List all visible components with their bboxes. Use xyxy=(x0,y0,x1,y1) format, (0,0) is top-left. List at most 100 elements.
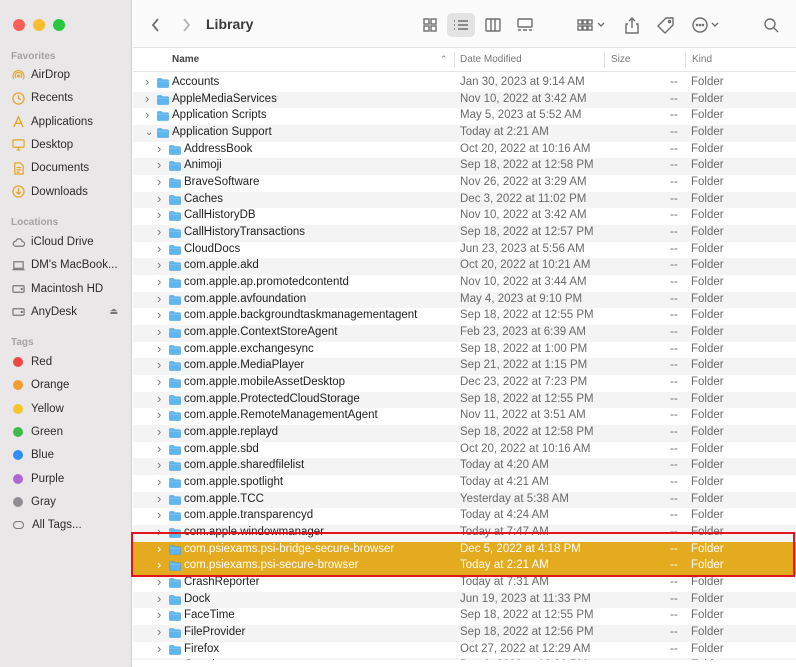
disclosure-collapsed-icon[interactable]: › xyxy=(157,641,165,656)
disclosure-collapsed-icon[interactable]: › xyxy=(157,491,165,506)
sidebar-tag-4[interactable]: Blue xyxy=(11,445,126,465)
table-row[interactable]: › com.apple.avfoundation May 4, 2023 at 9:… xyxy=(133,291,796,309)
disclosure-collapsed-icon[interactable]: › xyxy=(145,74,153,89)
disclosure-collapsed-icon[interactable]: › xyxy=(157,607,165,622)
minimize-window-button[interactable] xyxy=(33,19,45,31)
disclosure-collapsed-icon[interactable]: › xyxy=(157,307,165,322)
kind-column-header[interactable]: Kind xyxy=(692,54,712,65)
disclosure-collapsed-icon[interactable]: › xyxy=(157,324,165,339)
table-row[interactable]: › com.apple.replayd Sep 18, 2022 at 12:58 … xyxy=(133,424,796,442)
disclosure-collapsed-icon[interactable]: › xyxy=(157,391,165,406)
sidebar-item-recents[interactable]: Recents xyxy=(11,88,126,108)
size-column-header[interactable]: Size xyxy=(611,54,630,65)
disclosure-collapsed-icon[interactable]: › xyxy=(157,274,165,289)
eject-icon[interactable]: ⏏ xyxy=(109,306,118,317)
sidebar-item-location-2[interactable]: Macintosh HD xyxy=(11,279,126,299)
table-row[interactable]: › com.apple.sharedfilelist Today at 4:20 A… xyxy=(133,457,796,476)
zoom-window-button[interactable] xyxy=(53,19,65,31)
table-row[interactable]: › com.apple.backgroundtaskmanagementagent… xyxy=(133,307,796,325)
back-button[interactable] xyxy=(148,13,164,37)
table-row[interactable]: › com.psiexams.psi-bridge-secure-browser D… xyxy=(133,541,796,559)
table-row[interactable]: › CallHistoryDB Nov 10, 2022 at 3:42 AM -- F… xyxy=(133,207,796,225)
sidebar-item-airdrop[interactable]: AirDrop xyxy=(11,65,126,85)
disclosure-collapsed-icon[interactable]: › xyxy=(157,541,165,556)
table-row[interactable]: › BraveSoftware Nov 26, 2022 at 3:29 AM -- F… xyxy=(133,174,796,192)
disclosure-collapsed-icon[interactable]: › xyxy=(157,257,165,272)
disclosure-collapsed-icon[interactable]: › xyxy=(157,191,165,206)
sidebar-item-location-1[interactable]: DM's MacBook... xyxy=(11,255,126,275)
sidebar-tag-3[interactable]: Green xyxy=(11,422,126,442)
date-column-header[interactable]: Date Modified xyxy=(460,54,522,65)
sidebar-tag-2[interactable]: Yellow xyxy=(11,399,126,419)
table-row[interactable]: › com.apple.MediaPlayer Sep 21, 2022 at 1:… xyxy=(133,357,796,376)
disclosure-collapsed-icon[interactable]: › xyxy=(157,157,165,172)
disclosure-collapsed-icon[interactable]: › xyxy=(157,407,165,422)
group-button[interactable] xyxy=(575,13,609,37)
sidebar-item-location-0[interactable]: iCloud Drive xyxy=(11,232,126,252)
disclosure-collapsed-icon[interactable]: › xyxy=(157,207,165,222)
table-row[interactable]: › AppleMediaServices Nov 10, 2022 at 3:42 … xyxy=(133,91,796,109)
disclosure-collapsed-icon[interactable]: › xyxy=(157,141,165,156)
sidebar-tag-7[interactable]: All Tags... xyxy=(11,515,126,535)
table-row[interactable]: › com.apple.TCC Yesterday at 5:38 AM -- Fold… xyxy=(133,491,796,509)
sidebar-item-downloads[interactable]: Downloads xyxy=(11,182,126,202)
icon-view-button[interactable] xyxy=(421,13,439,37)
disclosure-collapsed-icon[interactable]: › xyxy=(157,174,165,189)
disclosure-collapsed-icon[interactable]: › xyxy=(157,474,165,489)
disclosure-collapsed-icon[interactable]: › xyxy=(157,457,165,472)
disclosure-collapsed-icon[interactable]: › xyxy=(157,224,165,239)
table-row[interactable]: › com.apple.windowmanager Today at 7:47 AM… xyxy=(133,524,796,542)
sidebar-tag-6[interactable]: Gray xyxy=(11,492,126,512)
disclosure-collapsed-icon[interactable]: › xyxy=(157,591,165,606)
sidebar-tag-0[interactable]: Red xyxy=(11,352,126,372)
table-row[interactable]: › Caches Dec 3, 2022 at 11:02 PM -- Folder xyxy=(133,191,796,209)
sidebar-item-location-3[interactable]: AnyDesk ⏏ xyxy=(11,302,126,322)
table-row[interactable]: › FileProvider Sep 18, 2022 at 12:56 PM -- F… xyxy=(133,624,796,642)
close-window-button[interactable] xyxy=(13,19,25,31)
table-row[interactable]: ⌄ Application Support Today at 2:21 AM -- Fo… xyxy=(133,125,796,142)
tag-button[interactable] xyxy=(655,13,675,37)
disclosure-expanded-icon[interactable]: ⌄ xyxy=(145,127,153,139)
table-row[interactable]: › Dock Jun 19, 2023 at 11:33 PM -- Folder xyxy=(133,591,796,609)
table-row[interactable]: › CloudDocs Jun 23, 2023 at 5:56 AM -- Folde… xyxy=(133,241,796,259)
table-row[interactable]: › com.apple.RemoteManagementAgent Nov 11, … xyxy=(133,407,796,425)
sidebar-item-documents[interactable]: Documents xyxy=(11,158,126,178)
disclosure-collapsed-icon[interactable]: › xyxy=(157,557,165,572)
name-column-header[interactable]: Name xyxy=(172,54,199,65)
disclosure-collapsed-icon[interactable]: › xyxy=(157,574,165,589)
share-button[interactable] xyxy=(623,13,641,37)
disclosure-collapsed-icon[interactable]: › xyxy=(157,441,165,456)
table-row[interactable]: › com.psiexams.psi-secure-browser Today at… xyxy=(133,557,796,576)
table-row[interactable]: › com.apple.spotlight Today at 4:21 AM -- Fo… xyxy=(133,474,796,492)
sidebar-tag-1[interactable]: Orange xyxy=(11,375,126,395)
table-row[interactable]: › CallHistoryTransactions Sep 18, 2022 at … xyxy=(133,224,796,242)
table-row[interactable]: › com.apple.ContextStoreAgent Feb 23, 2023… xyxy=(133,324,796,342)
disclosure-collapsed-icon[interactable]: › xyxy=(145,91,153,106)
gallery-view-button[interactable] xyxy=(514,13,536,37)
table-row[interactable]: › com.apple.mobileAssetDesktop Dec 23, 202… xyxy=(133,374,796,392)
disclosure-collapsed-icon[interactable]: › xyxy=(157,241,165,256)
table-row[interactable]: › Accounts Jan 30, 2023 at 9:14 AM -- Folder xyxy=(133,74,796,92)
table-row[interactable]: › CrashReporter Today at 7:31 AM -- Folder xyxy=(133,574,796,592)
disclosure-collapsed-icon[interactable]: › xyxy=(157,624,165,639)
table-row[interactable]: › Animoji Sep 18, 2022 at 12:58 PM -- Folder xyxy=(133,157,796,175)
table-row[interactable]: › Application Scripts May 5, 2023 at 5:52 … xyxy=(133,107,796,125)
disclosure-collapsed-icon[interactable]: › xyxy=(145,107,153,122)
disclosure-collapsed-icon[interactable]: › xyxy=(157,507,165,522)
disclosure-collapsed-icon[interactable]: › xyxy=(157,357,165,372)
forward-button[interactable] xyxy=(178,13,194,37)
sidebar-item-desktop[interactable]: Desktop xyxy=(11,135,126,155)
disclosure-collapsed-icon[interactable]: › xyxy=(157,424,165,439)
disclosure-collapsed-icon[interactable]: › xyxy=(157,524,165,539)
more-actions-button[interactable] xyxy=(691,13,723,37)
disclosure-collapsed-icon[interactable]: › xyxy=(157,341,165,356)
disclosure-collapsed-icon[interactable]: › xyxy=(157,291,165,306)
sidebar-item-applications[interactable]: Applications xyxy=(11,112,126,132)
table-row[interactable]: › Firefox Oct 27, 2022 at 12:29 AM -- Folder xyxy=(133,641,796,659)
table-row[interactable]: › com.apple.akd Oct 20, 2022 at 10:21 AM --… xyxy=(133,257,796,276)
table-row[interactable]: › com.apple.transparencyd Today at 4:24 AM… xyxy=(133,507,796,525)
table-row[interactable]: › com.apple.sbd Oct 20, 2022 at 10:16 AM --… xyxy=(133,441,796,459)
list-view-button[interactable] xyxy=(447,13,475,37)
column-view-button[interactable] xyxy=(483,13,503,37)
table-row[interactable]: › com.apple.ProtectedCloudStorage Sep 18, … xyxy=(133,391,796,409)
